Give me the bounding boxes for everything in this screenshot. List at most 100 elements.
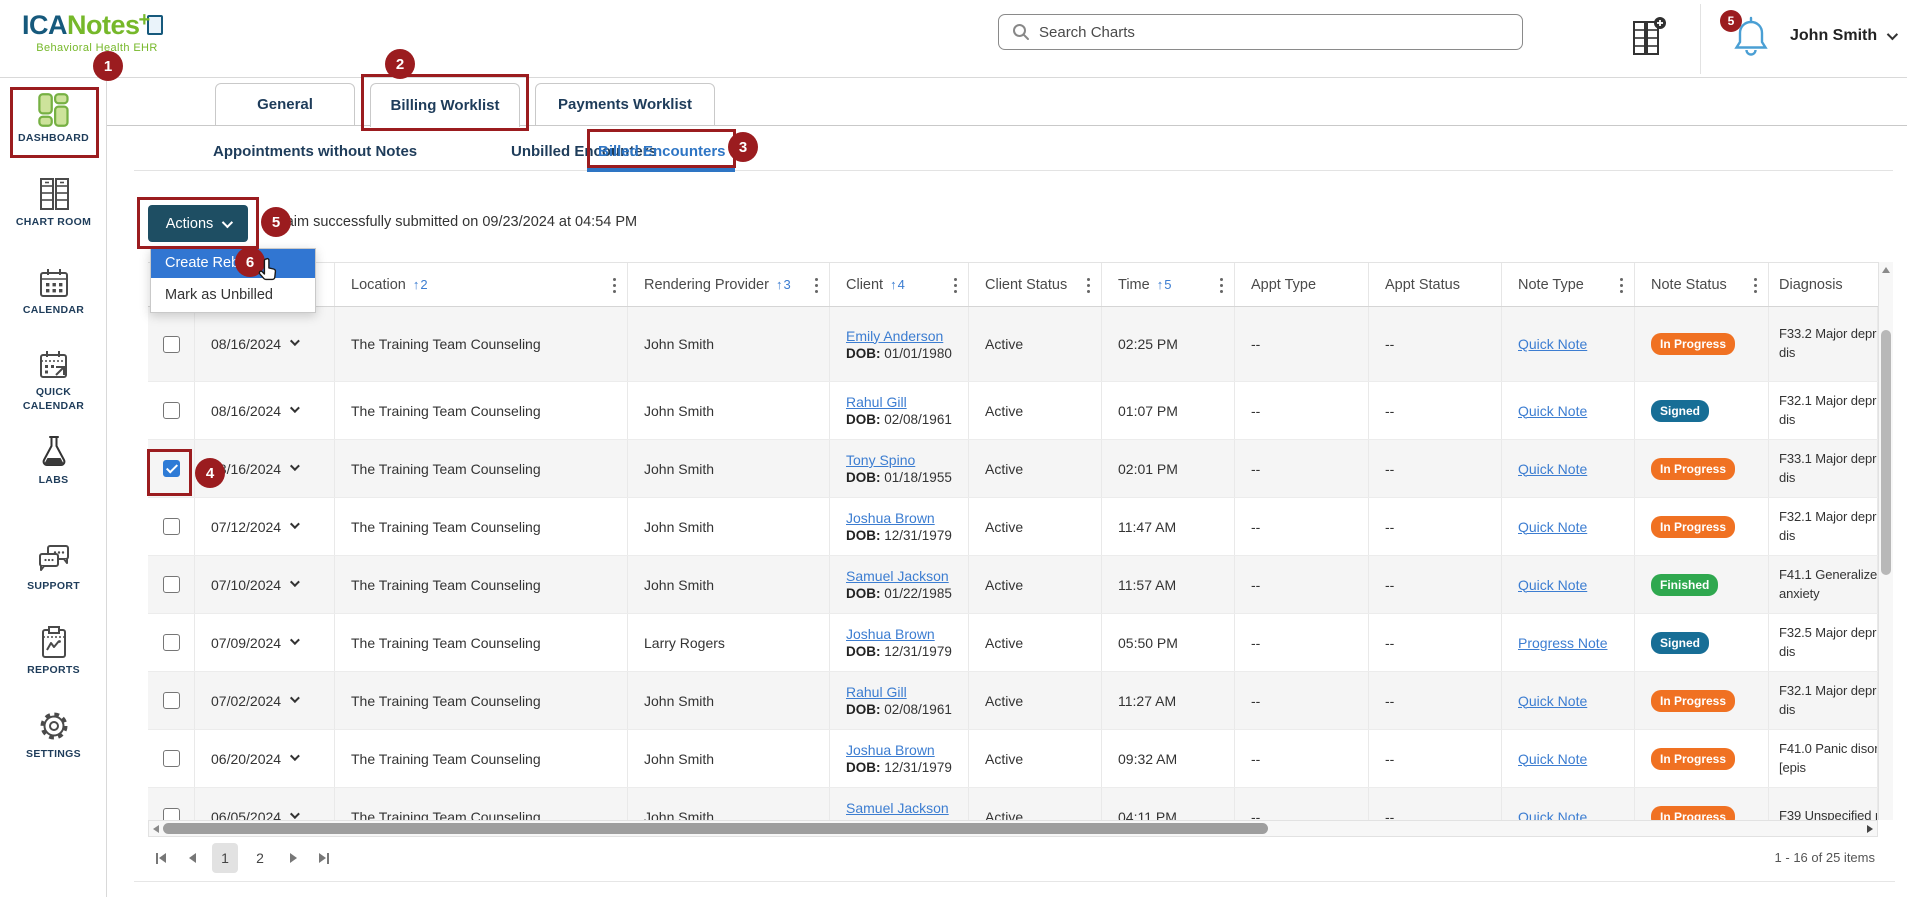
- client-link[interactable]: Emily Anderson: [846, 328, 968, 344]
- logo-plus-doc-icon: +: [141, 13, 163, 37]
- time-cell: 11:57 AM: [1102, 556, 1235, 613]
- header-client-status[interactable]: Client Status: [969, 263, 1102, 306]
- header-note-type[interactable]: Note Type: [1502, 263, 1635, 306]
- row-checkbox[interactable]: [163, 634, 180, 651]
- previous-page-button[interactable]: [181, 844, 203, 872]
- header-appt-type[interactable]: Appt Type: [1235, 263, 1369, 306]
- row-checkbox[interactable]: [163, 576, 180, 593]
- user-menu[interactable]: John Smith: [1790, 27, 1895, 45]
- sidebar-item-quick-calendar[interactable]: QUICK CALENDAR: [0, 342, 107, 413]
- note-type-link[interactable]: Quick Note: [1518, 693, 1634, 709]
- page-1-button[interactable]: 1: [212, 843, 238, 873]
- row-checkbox[interactable]: [163, 692, 180, 709]
- header-rendering-provider[interactable]: Rendering Provider↑3: [628, 263, 830, 306]
- notifications-bell[interactable]: 5: [1728, 14, 1776, 62]
- header-diagnosis[interactable]: Diagnosis: [1769, 263, 1878, 306]
- sidebar-item-dashboard[interactable]: DASHBOARD: [0, 88, 107, 146]
- user-name: John Smith: [1790, 27, 1877, 45]
- billed-date-cell[interactable]: 06/05/2024: [211, 809, 334, 821]
- location-cell: The Training Team Counseling: [335, 556, 628, 613]
- column-menu-icon[interactable]: [1754, 284, 1757, 287]
- billed-date-cell[interactable]: 07/10/2024: [211, 577, 334, 593]
- vertical-scrollbar[interactable]: [1878, 262, 1893, 820]
- header-note-status[interactable]: Note Status: [1635, 263, 1769, 306]
- row-checkbox[interactable]: [163, 460, 180, 477]
- client-dob: DOB: 02/08/1961: [846, 702, 968, 717]
- sidebar-item-settings[interactable]: SETTINGS: [0, 704, 107, 762]
- row-checkbox[interactable]: [163, 750, 180, 767]
- first-page-button[interactable]: [150, 844, 172, 872]
- icanotes-logo: ICANotes+ Behavioral Health EHR: [22, 10, 192, 54]
- provider-cell: John Smith: [628, 730, 830, 787]
- billed-date-cell[interactable]: 07/02/2024: [211, 693, 334, 709]
- sidebar-item-labs[interactable]: LABS: [0, 430, 107, 488]
- appt-type-cell: --: [1235, 556, 1369, 613]
- subtab-billed-encounters[interactable]: Billed Encounters: [598, 134, 726, 170]
- billed-date-cell[interactable]: 06/20/2024: [211, 751, 334, 767]
- settings-gear-icon: [0, 704, 107, 744]
- note-type-link[interactable]: Quick Note: [1518, 336, 1634, 352]
- note-type-link[interactable]: Quick Note: [1518, 577, 1634, 593]
- sidebar-item-reports[interactable]: REPORTS: [0, 620, 107, 678]
- horizontal-scrollbar[interactable]: [148, 820, 1878, 837]
- billed-date-cell[interactable]: 07/12/2024: [211, 519, 334, 535]
- header-location[interactable]: Location↑2: [335, 263, 628, 306]
- client-link[interactable]: Tony Spino: [846, 452, 968, 468]
- client-link[interactable]: Samuel Jackson: [846, 800, 968, 816]
- tab-billing-worklist[interactable]: Billing Worklist: [370, 83, 520, 127]
- diagnosis-cell: F32.1 Major deprdis: [1769, 382, 1878, 439]
- billed-date-cell[interactable]: 08/16/2024: [211, 461, 334, 477]
- column-menu-icon[interactable]: [954, 284, 957, 287]
- tab-general[interactable]: General: [215, 83, 355, 126]
- menu-item-create-rebill[interactable]: Create Rebill: [151, 249, 315, 278]
- client-link[interactable]: Joshua Brown: [846, 626, 968, 642]
- client-link[interactable]: Rahul Gill: [846, 394, 968, 410]
- client-link[interactable]: Joshua Brown: [846, 510, 968, 526]
- client-link[interactable]: Samuel Jackson: [846, 568, 968, 584]
- billed-date-cell[interactable]: 07/09/2024: [211, 635, 334, 651]
- column-menu-icon[interactable]: [1087, 284, 1090, 287]
- billed-date-cell[interactable]: 08/16/2024: [211, 403, 334, 419]
- column-menu-icon[interactable]: [1620, 284, 1623, 287]
- note-type-link[interactable]: Quick Note: [1518, 751, 1634, 767]
- row-checkbox[interactable]: [163, 402, 180, 419]
- tab-payments-worklist[interactable]: Payments Worklist: [535, 83, 715, 126]
- header-time[interactable]: Time↑5: [1102, 263, 1235, 306]
- note-type-link[interactable]: Quick Note: [1518, 809, 1634, 821]
- header-appt-status[interactable]: Appt Status: [1369, 263, 1502, 306]
- row-checkbox[interactable]: [163, 518, 180, 535]
- actions-button[interactable]: Actions: [148, 205, 248, 242]
- column-menu-icon[interactable]: [815, 284, 818, 287]
- appt-type-cell: --: [1235, 672, 1369, 729]
- client-status-cell: Active: [969, 614, 1102, 671]
- billed-encounters-table: Location↑2 Rendering Provider↑3 Client↑4…: [148, 262, 1878, 820]
- client-dob: DOB: 01/22/1985: [846, 586, 968, 601]
- subtab-appointments-without-notes[interactable]: Appointments without Notes: [213, 134, 417, 170]
- page-2-button[interactable]: 2: [247, 843, 273, 873]
- chevron-down-icon: [1887, 29, 1898, 40]
- row-checkbox[interactable]: [163, 336, 180, 353]
- row-checkbox[interactable]: [163, 808, 180, 820]
- client-link[interactable]: Rahul Gill: [846, 684, 968, 700]
- note-type-link[interactable]: Progress Note: [1518, 635, 1634, 651]
- search-input[interactable]: [1039, 24, 1522, 41]
- column-menu-icon[interactable]: [1220, 284, 1223, 287]
- calendar-icon: [0, 260, 107, 300]
- note-type-link[interactable]: Quick Note: [1518, 403, 1634, 419]
- sidebar-item-calendar[interactable]: CALENDAR: [0, 260, 107, 318]
- last-page-button[interactable]: [313, 844, 335, 872]
- column-menu-icon[interactable]: [613, 284, 616, 287]
- note-status-badge: In Progress: [1651, 748, 1735, 770]
- new-chart-cabinet-icon[interactable]: [1628, 16, 1668, 58]
- icanotes-app: ICANotes+ Behavioral Health EHR 5: [0, 0, 1907, 897]
- client-link[interactable]: Joshua Brown: [846, 742, 968, 758]
- next-page-button[interactable]: [282, 844, 304, 872]
- menu-item-mark-as-unbilled[interactable]: Mark as Unbilled: [151, 278, 315, 312]
- billed-date-cell[interactable]: 08/16/2024: [211, 336, 334, 352]
- sidebar-item-support[interactable]: SUPPORT: [0, 536, 107, 594]
- header-client[interactable]: Client↑4: [830, 263, 969, 306]
- search-icon: [1011, 22, 1031, 42]
- note-type-link[interactable]: Quick Note: [1518, 461, 1634, 477]
- sidebar-item-chart-room[interactable]: CHART ROOM: [0, 172, 107, 230]
- note-type-link[interactable]: Quick Note: [1518, 519, 1634, 535]
